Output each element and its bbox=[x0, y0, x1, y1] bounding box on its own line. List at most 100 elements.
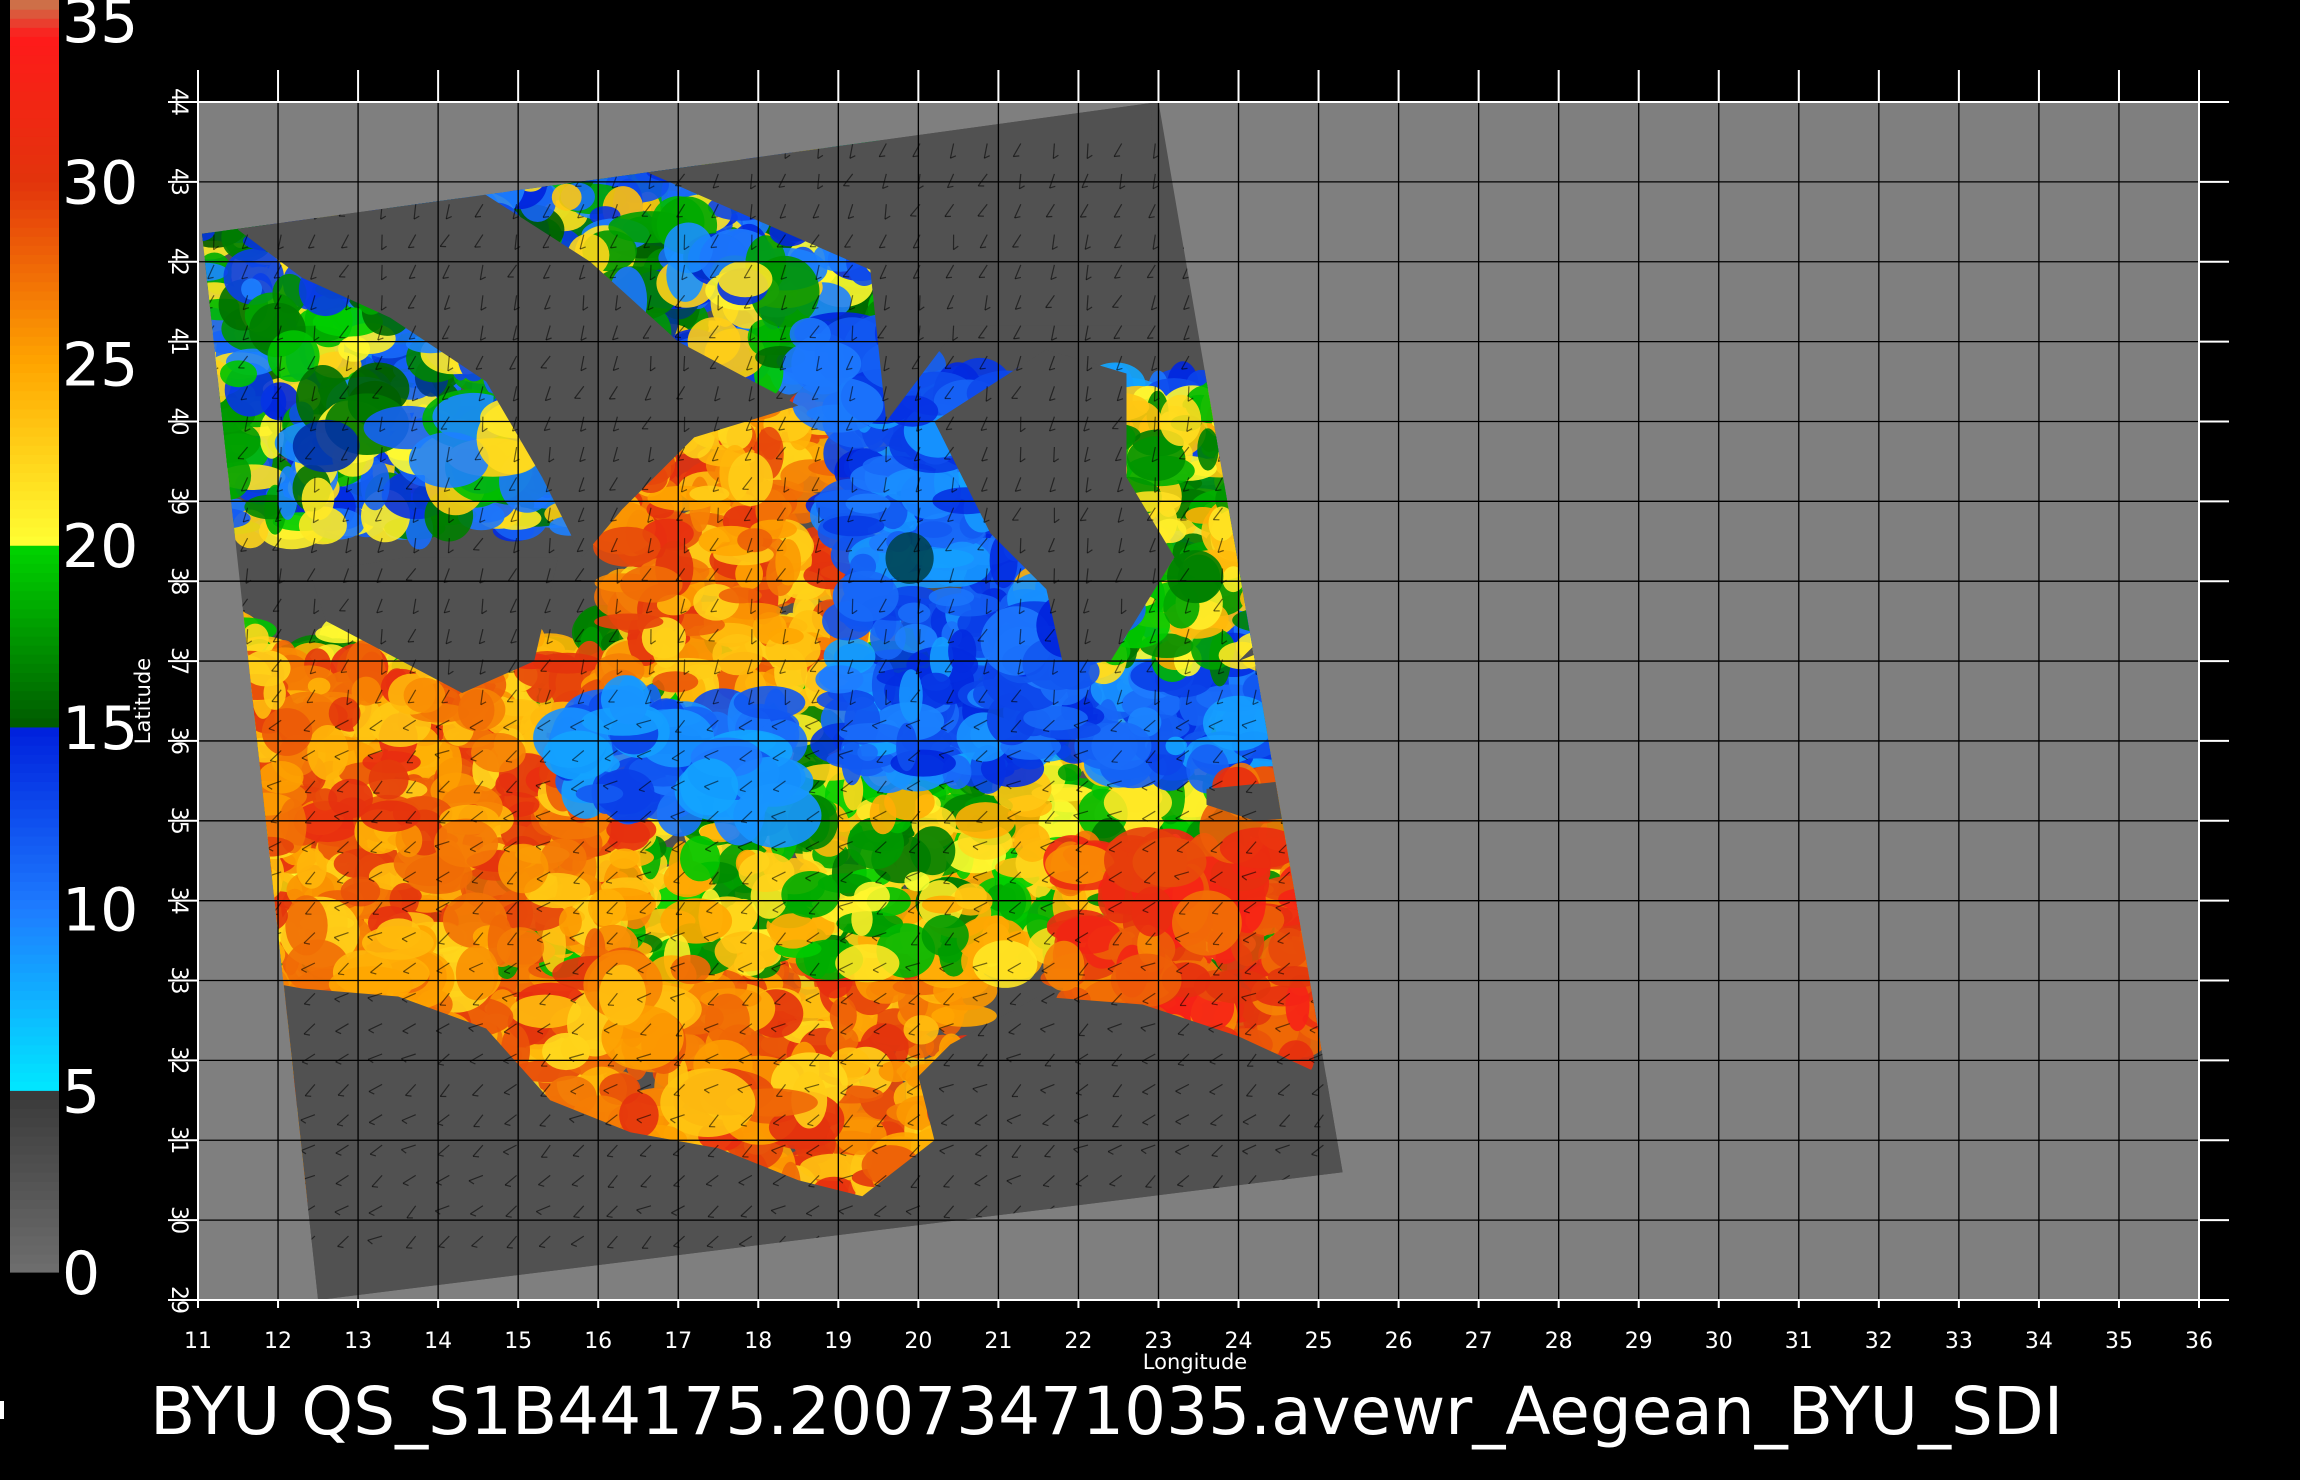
colorbar-segment bbox=[10, 708, 59, 719]
colorbar-segment bbox=[10, 281, 59, 292]
colorbar-segment bbox=[10, 826, 59, 837]
colorbar-segment bbox=[10, 408, 59, 419]
wind-cell bbox=[588, 888, 627, 927]
wind-cell bbox=[781, 871, 841, 918]
colorbar-segment bbox=[10, 54, 59, 65]
colorbar-segment bbox=[10, 854, 59, 864]
colorbar-segment bbox=[10, 599, 59, 610]
colorbar-label: 5 bbox=[62, 1057, 100, 1127]
colorbar-segment bbox=[10, 1108, 59, 1119]
colorbar-segment bbox=[10, 336, 59, 346]
wind-cell bbox=[403, 677, 446, 713]
colorbar-segment bbox=[10, 454, 59, 464]
colorbar-segment bbox=[10, 1081, 59, 1091]
colorbar-segment bbox=[10, 345, 59, 355]
colorbar-segment bbox=[10, 227, 59, 237]
colorbar-segment bbox=[10, 218, 59, 228]
wind-cell bbox=[775, 539, 802, 586]
colorbar-segment bbox=[10, 163, 59, 174]
colorbar-segment bbox=[10, 381, 59, 392]
wind-cell bbox=[904, 871, 930, 892]
colorbar-segment bbox=[10, 663, 59, 673]
colorbar-segment bbox=[10, 1135, 59, 1146]
colorbar-segment bbox=[10, 463, 59, 474]
colorbar-segment bbox=[10, 154, 59, 165]
colorbar-segment bbox=[10, 308, 59, 319]
colorbar-segment bbox=[10, 790, 59, 801]
colorbar-segment bbox=[10, 90, 59, 101]
colorbar-segment bbox=[10, 390, 59, 401]
colorbar-segment bbox=[10, 745, 59, 755]
colorbar-segment bbox=[10, 254, 59, 265]
colorbar-segment bbox=[10, 399, 59, 410]
colorbar-segment bbox=[10, 526, 59, 537]
colorbar-segment bbox=[10, 954, 59, 964]
colorbar-label: 0 bbox=[62, 1239, 100, 1309]
colorbar-segment bbox=[10, 290, 59, 301]
colorbar-segment bbox=[10, 9, 59, 19]
wind-cell bbox=[594, 613, 664, 630]
colorbar-label: 35 bbox=[62, 0, 138, 57]
wind-cell bbox=[261, 708, 313, 756]
colorbar-label: 30 bbox=[62, 149, 138, 219]
colorbar-segment bbox=[10, 99, 59, 110]
colorbar-segment bbox=[10, 999, 59, 1010]
colorbar-segment bbox=[10, 908, 59, 919]
colorbar-label: 20 bbox=[62, 512, 138, 582]
colorbar-segment bbox=[10, 1144, 59, 1155]
colorbar-label: 15 bbox=[62, 694, 138, 764]
colorbar-segment bbox=[10, 1035, 59, 1046]
colorbar-label: 25 bbox=[62, 330, 138, 400]
colorbar-segment bbox=[10, 981, 59, 991]
colorbar-segment bbox=[10, 899, 59, 910]
colorbar-segment bbox=[10, 236, 59, 246]
colorbar-segment bbox=[10, 1044, 59, 1055]
colorbar-segment bbox=[10, 45, 59, 56]
colorbar-segment bbox=[10, 327, 59, 337]
colorbar-segment bbox=[10, 672, 59, 683]
colorbar-segment bbox=[10, 926, 59, 937]
colorbar-segment bbox=[10, 245, 59, 255]
colorbar-segment bbox=[10, 817, 59, 828]
wind-cell bbox=[620, 565, 683, 603]
colorbar-segment bbox=[10, 1026, 59, 1037]
colorbar-segment bbox=[10, 545, 59, 555]
colorbar-segment bbox=[10, 472, 59, 483]
wind-cell bbox=[551, 183, 582, 211]
colorbar-segment bbox=[10, 617, 59, 628]
wind-cell bbox=[680, 835, 721, 882]
wind-cell bbox=[307, 677, 331, 695]
colorbar-segment bbox=[10, 844, 59, 855]
wind-cell bbox=[718, 587, 762, 604]
wind-cell bbox=[921, 914, 969, 957]
colorbar-segment bbox=[10, 972, 59, 982]
colorbar-segment bbox=[10, 436, 59, 446]
colorbar-label: 10 bbox=[62, 876, 138, 946]
colorbar-segment bbox=[10, 636, 59, 646]
colorbar-segment bbox=[10, 208, 59, 219]
colorbar-segment bbox=[10, 372, 59, 383]
colorbar-segment bbox=[10, 1153, 59, 1164]
wind-cell bbox=[258, 761, 304, 794]
colorbar-segments bbox=[10, 0, 59, 1273]
wind-cell bbox=[558, 907, 582, 937]
colorbar-segment bbox=[10, 590, 59, 601]
colorbar-segment bbox=[10, 1181, 59, 1191]
wind-cell bbox=[593, 526, 661, 567]
colorbar-segment bbox=[10, 608, 59, 619]
colorbar-segment bbox=[10, 1063, 59, 1073]
colorbar-segment bbox=[10, 563, 59, 573]
colorbar-segment bbox=[10, 72, 59, 83]
colorbar-segment bbox=[10, 1244, 59, 1255]
wind-cell bbox=[853, 881, 890, 912]
colorbar-segment bbox=[10, 645, 59, 655]
colorbar-segment bbox=[10, 299, 59, 310]
plot-area: 11 12 13 14 15 16 17 18 19 20 21 22 23 24 25 26 27 28 29 30… bbox=[131, 70, 2229, 1374]
colorbar-segment bbox=[10, 717, 59, 728]
colorbar-segment bbox=[10, 109, 59, 119]
colorbar-segment bbox=[10, 1090, 59, 1100]
wind-cell bbox=[263, 676, 286, 710]
colorbar: 35 30 25 20 15 10 5 0 bbox=[10, 0, 138, 1309]
colorbar-segment bbox=[10, 726, 59, 737]
colorbar-segment bbox=[10, 890, 59, 901]
